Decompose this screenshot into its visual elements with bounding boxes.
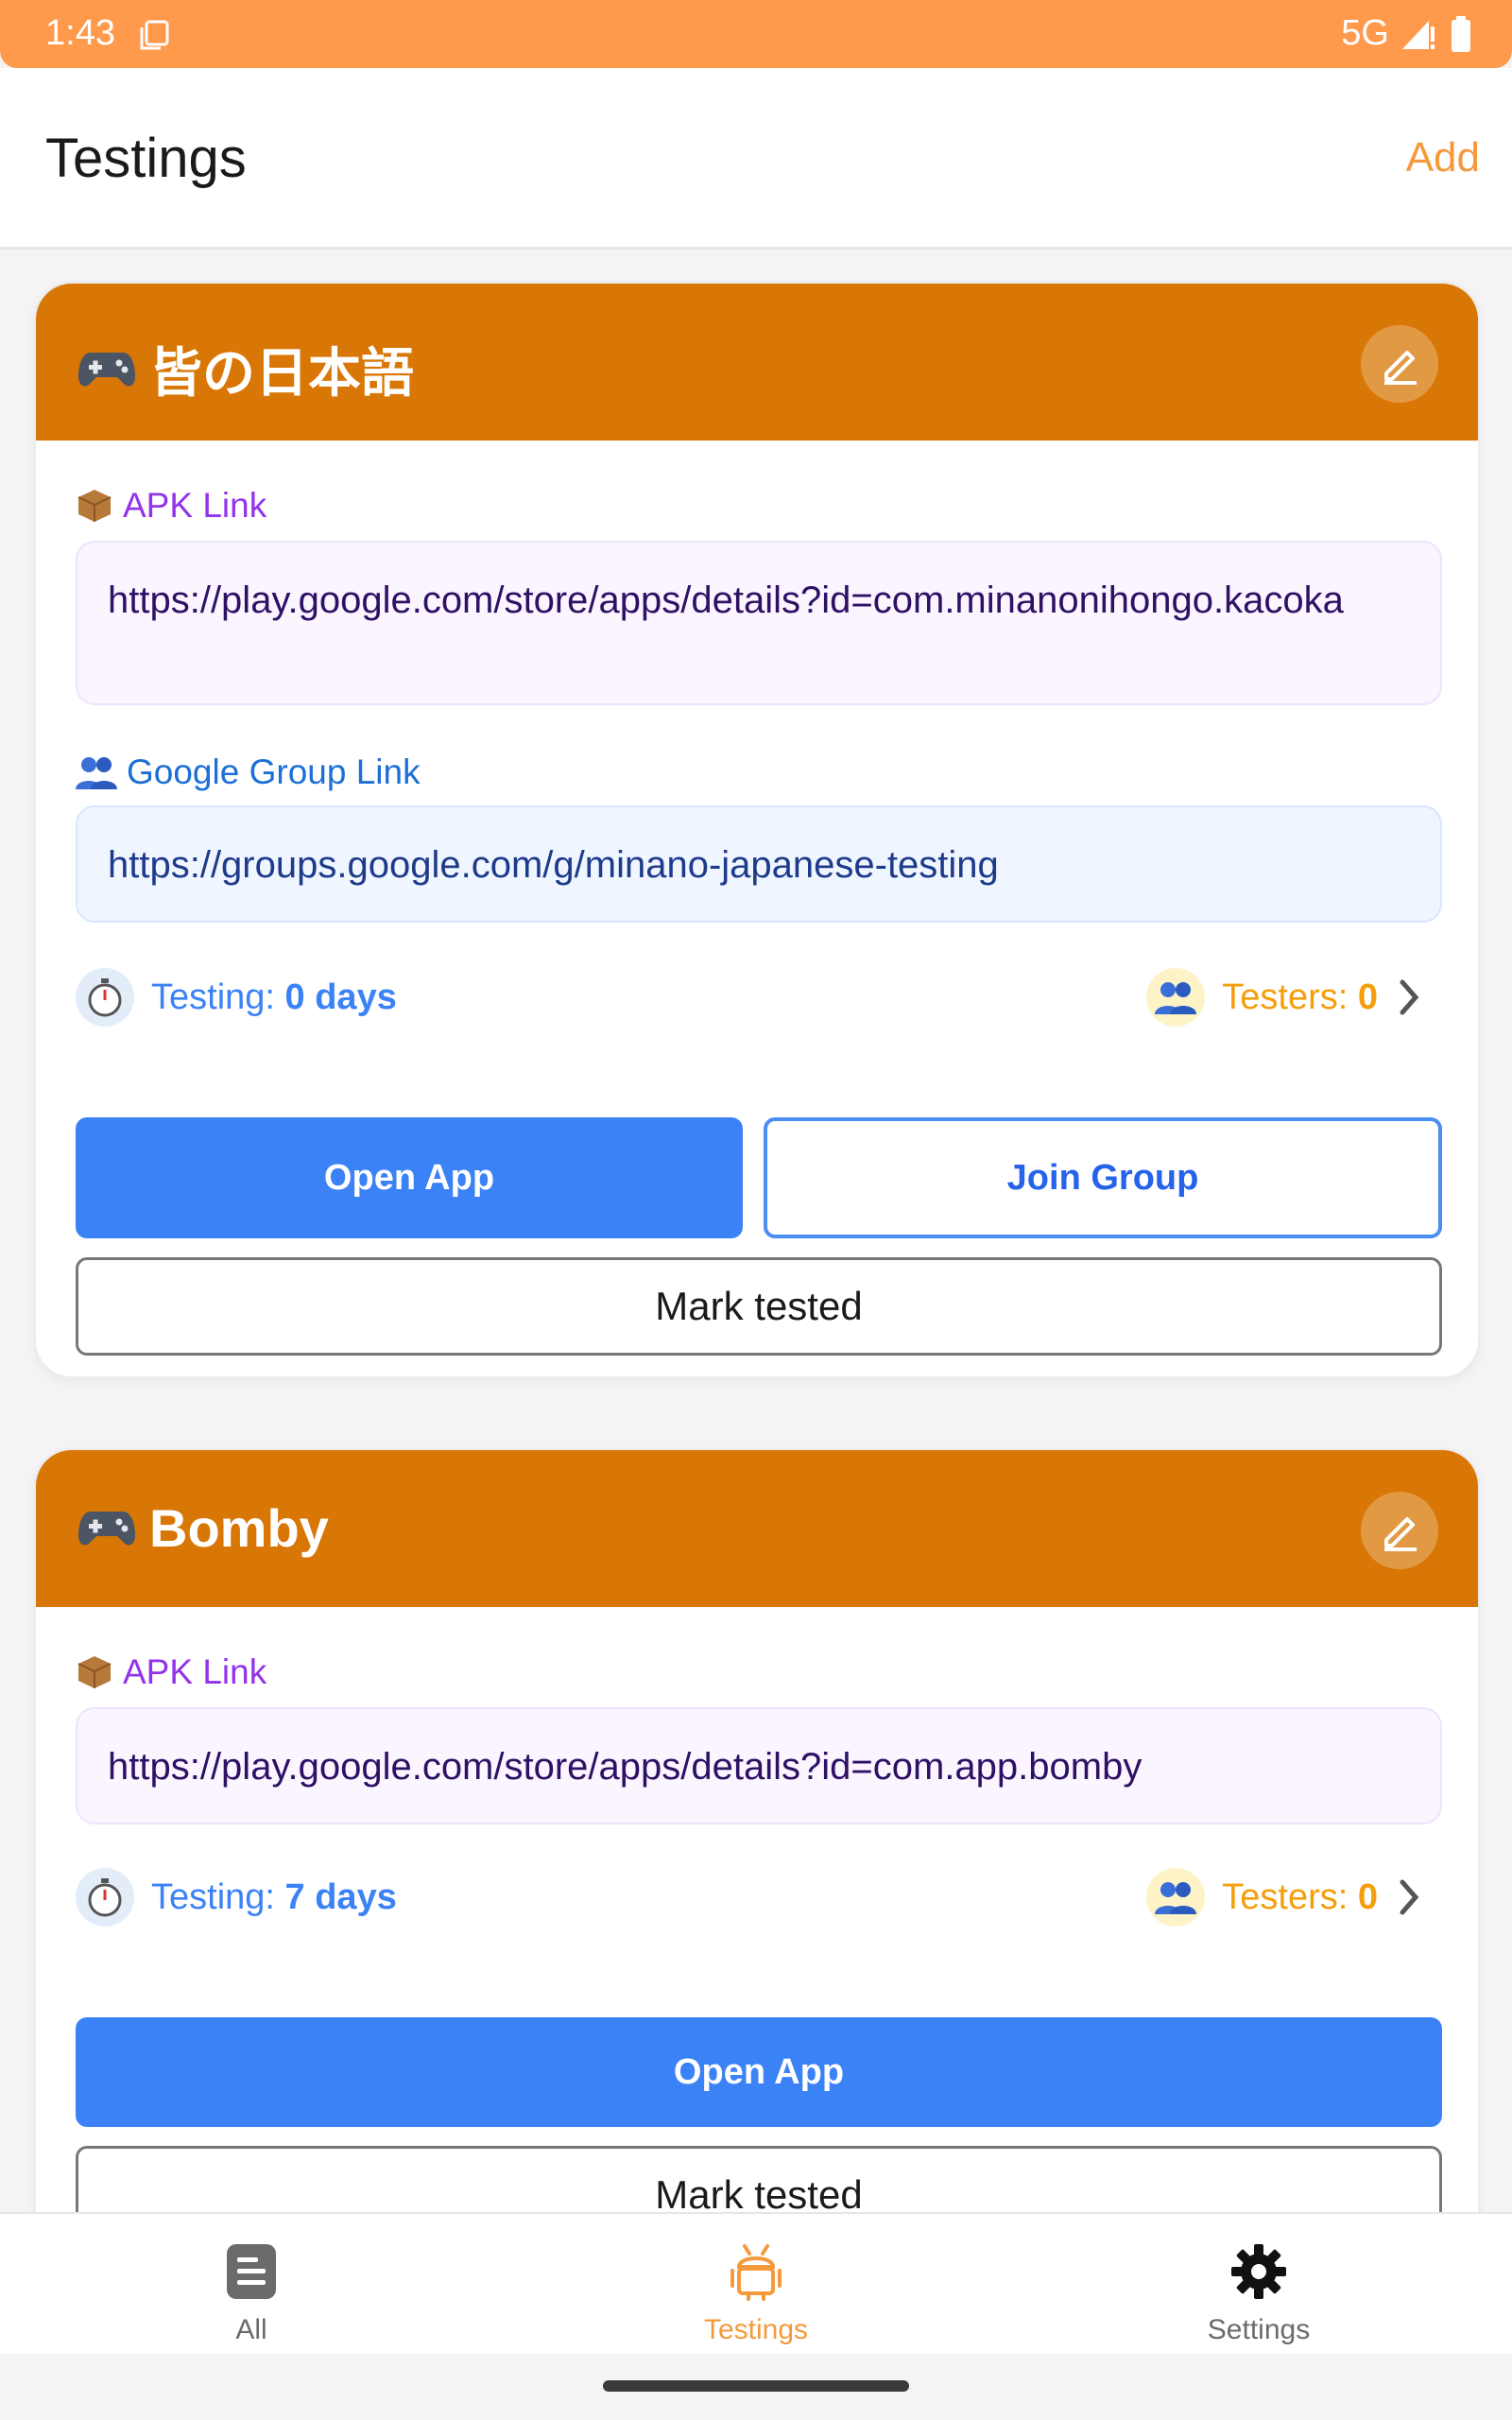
join-group-button[interactable]: Join Group (764, 1117, 1442, 1238)
app-name: 皆の日本語 (149, 343, 414, 403)
add-button[interactable]: Add (1406, 134, 1480, 182)
status-time: 1:43 (45, 13, 115, 53)
testing-duration: Testing: 0 days (76, 968, 397, 1027)
nav-item-settings[interactable]: Settings (1136, 2242, 1382, 2346)
gear-icon (1231, 2244, 1286, 2299)
app-card: 皆の日本語 APK Link https://play.google.com/s… (34, 282, 1480, 1378)
system-navigation-bar (0, 2354, 1512, 2420)
signal-icon (1402, 20, 1435, 49)
app-card: Bomby APK Link https://play.google.com/s… (34, 1448, 1480, 2212)
stopwatch-icon (76, 968, 134, 1027)
nav-item-testings[interactable]: Testings (633, 2242, 879, 2346)
chevron-right-icon (1400, 1879, 1419, 1915)
users-icon (1146, 968, 1206, 1027)
game-controller-icon (77, 352, 136, 386)
gesture-handle[interactable] (603, 2380, 909, 2392)
app-card-header: Bomby (36, 1450, 1478, 1607)
open-app-button[interactable]: Open App (76, 2017, 1442, 2127)
app-card-header: 皆の日本語 (36, 284, 1478, 441)
chevron-right-icon (1400, 979, 1419, 1015)
edit-button[interactable] (1361, 1492, 1438, 1569)
battery-icon (1452, 15, 1470, 52)
pencil-icon (1384, 1517, 1417, 1551)
nav-item-all[interactable]: All (129, 2242, 374, 2346)
pencil-icon (1384, 351, 1417, 385)
package-icon (77, 490, 112, 522)
apk-link-label: APK Link (76, 1652, 266, 1692)
google-group-link-label: Google Group Link (76, 752, 421, 792)
app-screen: 1:43 5G Testings Add 皆の日本語 APK Link http… (0, 0, 1512, 2420)
testers-count-link[interactable]: Testers: 0 (1146, 1868, 1423, 1927)
testers-count-link[interactable]: Testers: 0 (1146, 968, 1423, 1027)
app-card-title: 皆の日本語 (77, 331, 414, 407)
app-card-title: Bomby (77, 1497, 329, 1559)
status-indicators: 5G (1341, 13, 1472, 54)
apk-link-label: APK Link (76, 486, 266, 526)
open-app-button[interactable]: Open App (76, 1117, 743, 1238)
page-title: Testings (45, 128, 247, 189)
users-icon (76, 757, 117, 789)
testings-list[interactable]: 皆の日本語 APK Link https://play.google.com/s… (0, 250, 1512, 2212)
stopwatch-icon (76, 1868, 134, 1927)
app-name: Bomby (149, 1498, 329, 1558)
apk-link[interactable]: https://play.google.com/store/apps/detai… (76, 541, 1442, 705)
status-bar: 1:43 5G (0, 0, 1512, 68)
google-group-link[interactable]: https://groups.google.com/g/minano-japan… (76, 805, 1442, 923)
android-icon (730, 2244, 782, 2301)
package-icon (77, 1656, 112, 1688)
game-controller-icon (77, 1511, 136, 1545)
network-type: 5G (1341, 13, 1389, 53)
testing-duration: Testing: 7 days (76, 1868, 397, 1927)
bottom-navigation: All Testings Settings (0, 2212, 1512, 2354)
document-icon (227, 2244, 276, 2299)
apk-link[interactable]: https://play.google.com/store/apps/detai… (76, 1707, 1442, 1824)
users-icon (1146, 1868, 1206, 1927)
app-header: Testings Add (0, 68, 1512, 250)
mark-tested-button[interactable]: Mark tested (76, 1257, 1442, 1356)
edit-button[interactable] (1361, 325, 1438, 403)
mark-tested-button[interactable]: Mark tested (76, 2146, 1442, 2212)
screenshot-notification-icon (140, 20, 169, 50)
